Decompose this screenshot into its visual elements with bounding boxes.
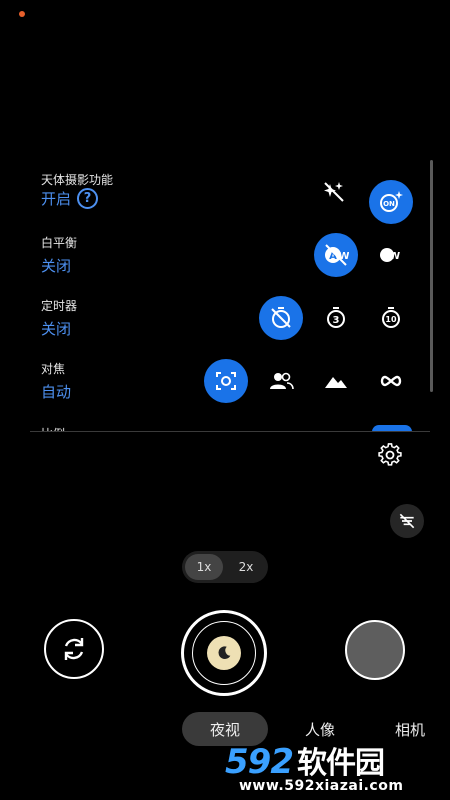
zoom-selector: 1x 2x	[182, 551, 268, 583]
sparkle-on-icon[interactable]: ON	[369, 180, 413, 224]
setting-value: 自动	[41, 383, 72, 401]
awb-off-icon[interactable]: AW	[314, 233, 358, 277]
setting-title: 定时器	[41, 299, 78, 313]
zoom-2x-button[interactable]: 2x	[227, 554, 265, 580]
timer-3-label: 3	[333, 315, 340, 326]
panel-divider	[30, 431, 430, 432]
moon-icon	[207, 636, 241, 670]
people-icon[interactable]	[259, 359, 303, 403]
timer-off-icon[interactable]	[259, 296, 303, 340]
setting-title: 对焦	[41, 362, 66, 376]
setting-title: 白平衡	[41, 236, 78, 250]
setting-row-timer: 定时器 关闭 3 10	[0, 296, 430, 356]
timer-10s-icon[interactable]: 10	[369, 296, 413, 340]
settings-panel: 天体摄影功能 开启 ? ON 白平衡 关闭 AW AW 定时器 关闭 3 10 …	[0, 160, 450, 432]
timer-3s-icon[interactable]: 3	[314, 296, 358, 340]
infinity-icon[interactable]	[369, 359, 413, 403]
watermark-logo: 592 软件园	[225, 742, 385, 782]
setting-value: 关闭	[41, 257, 72, 275]
gear-icon[interactable]	[375, 440, 405, 470]
setting-row-white-balance: 白平衡 关闭 AW AW	[0, 233, 430, 293]
setting-row-focus: 对焦 自动	[0, 359, 430, 419]
watermark: 592 软件园 www.592xiazai.com	[225, 738, 445, 794]
setting-row-astrophotography: 天体摄影功能 开启 ? ON	[0, 170, 430, 230]
gallery-thumbnail[interactable]	[345, 620, 405, 680]
awb-label: AW	[382, 251, 400, 262]
help-icon[interactable]: ?	[77, 188, 99, 209]
mountain-icon[interactable]	[314, 359, 358, 403]
status-indicator-dot	[19, 11, 25, 17]
setting-title: 天体摄影功能	[41, 173, 114, 187]
focus-auto-icon[interactable]	[204, 359, 248, 403]
flash-off-icon[interactable]	[390, 504, 424, 538]
timer-10-label: 10	[385, 315, 397, 324]
switch-camera-button[interactable]	[44, 619, 104, 679]
on-badge-label: ON	[383, 200, 395, 208]
zoom-1x-button[interactable]: 1x	[185, 554, 223, 580]
watermark-url: www.592xiazai.com	[239, 778, 404, 794]
awb-icon[interactable]: AW	[369, 233, 413, 277]
sparkle-off-icon[interactable]	[312, 170, 356, 214]
setting-value: 开启 ?	[41, 188, 99, 209]
shutter-button[interactable]	[181, 610, 267, 696]
setting-value: 关闭	[41, 320, 72, 338]
camera-switch-icon	[64, 638, 84, 660]
panel-scrollbar[interactable]	[430, 160, 433, 392]
